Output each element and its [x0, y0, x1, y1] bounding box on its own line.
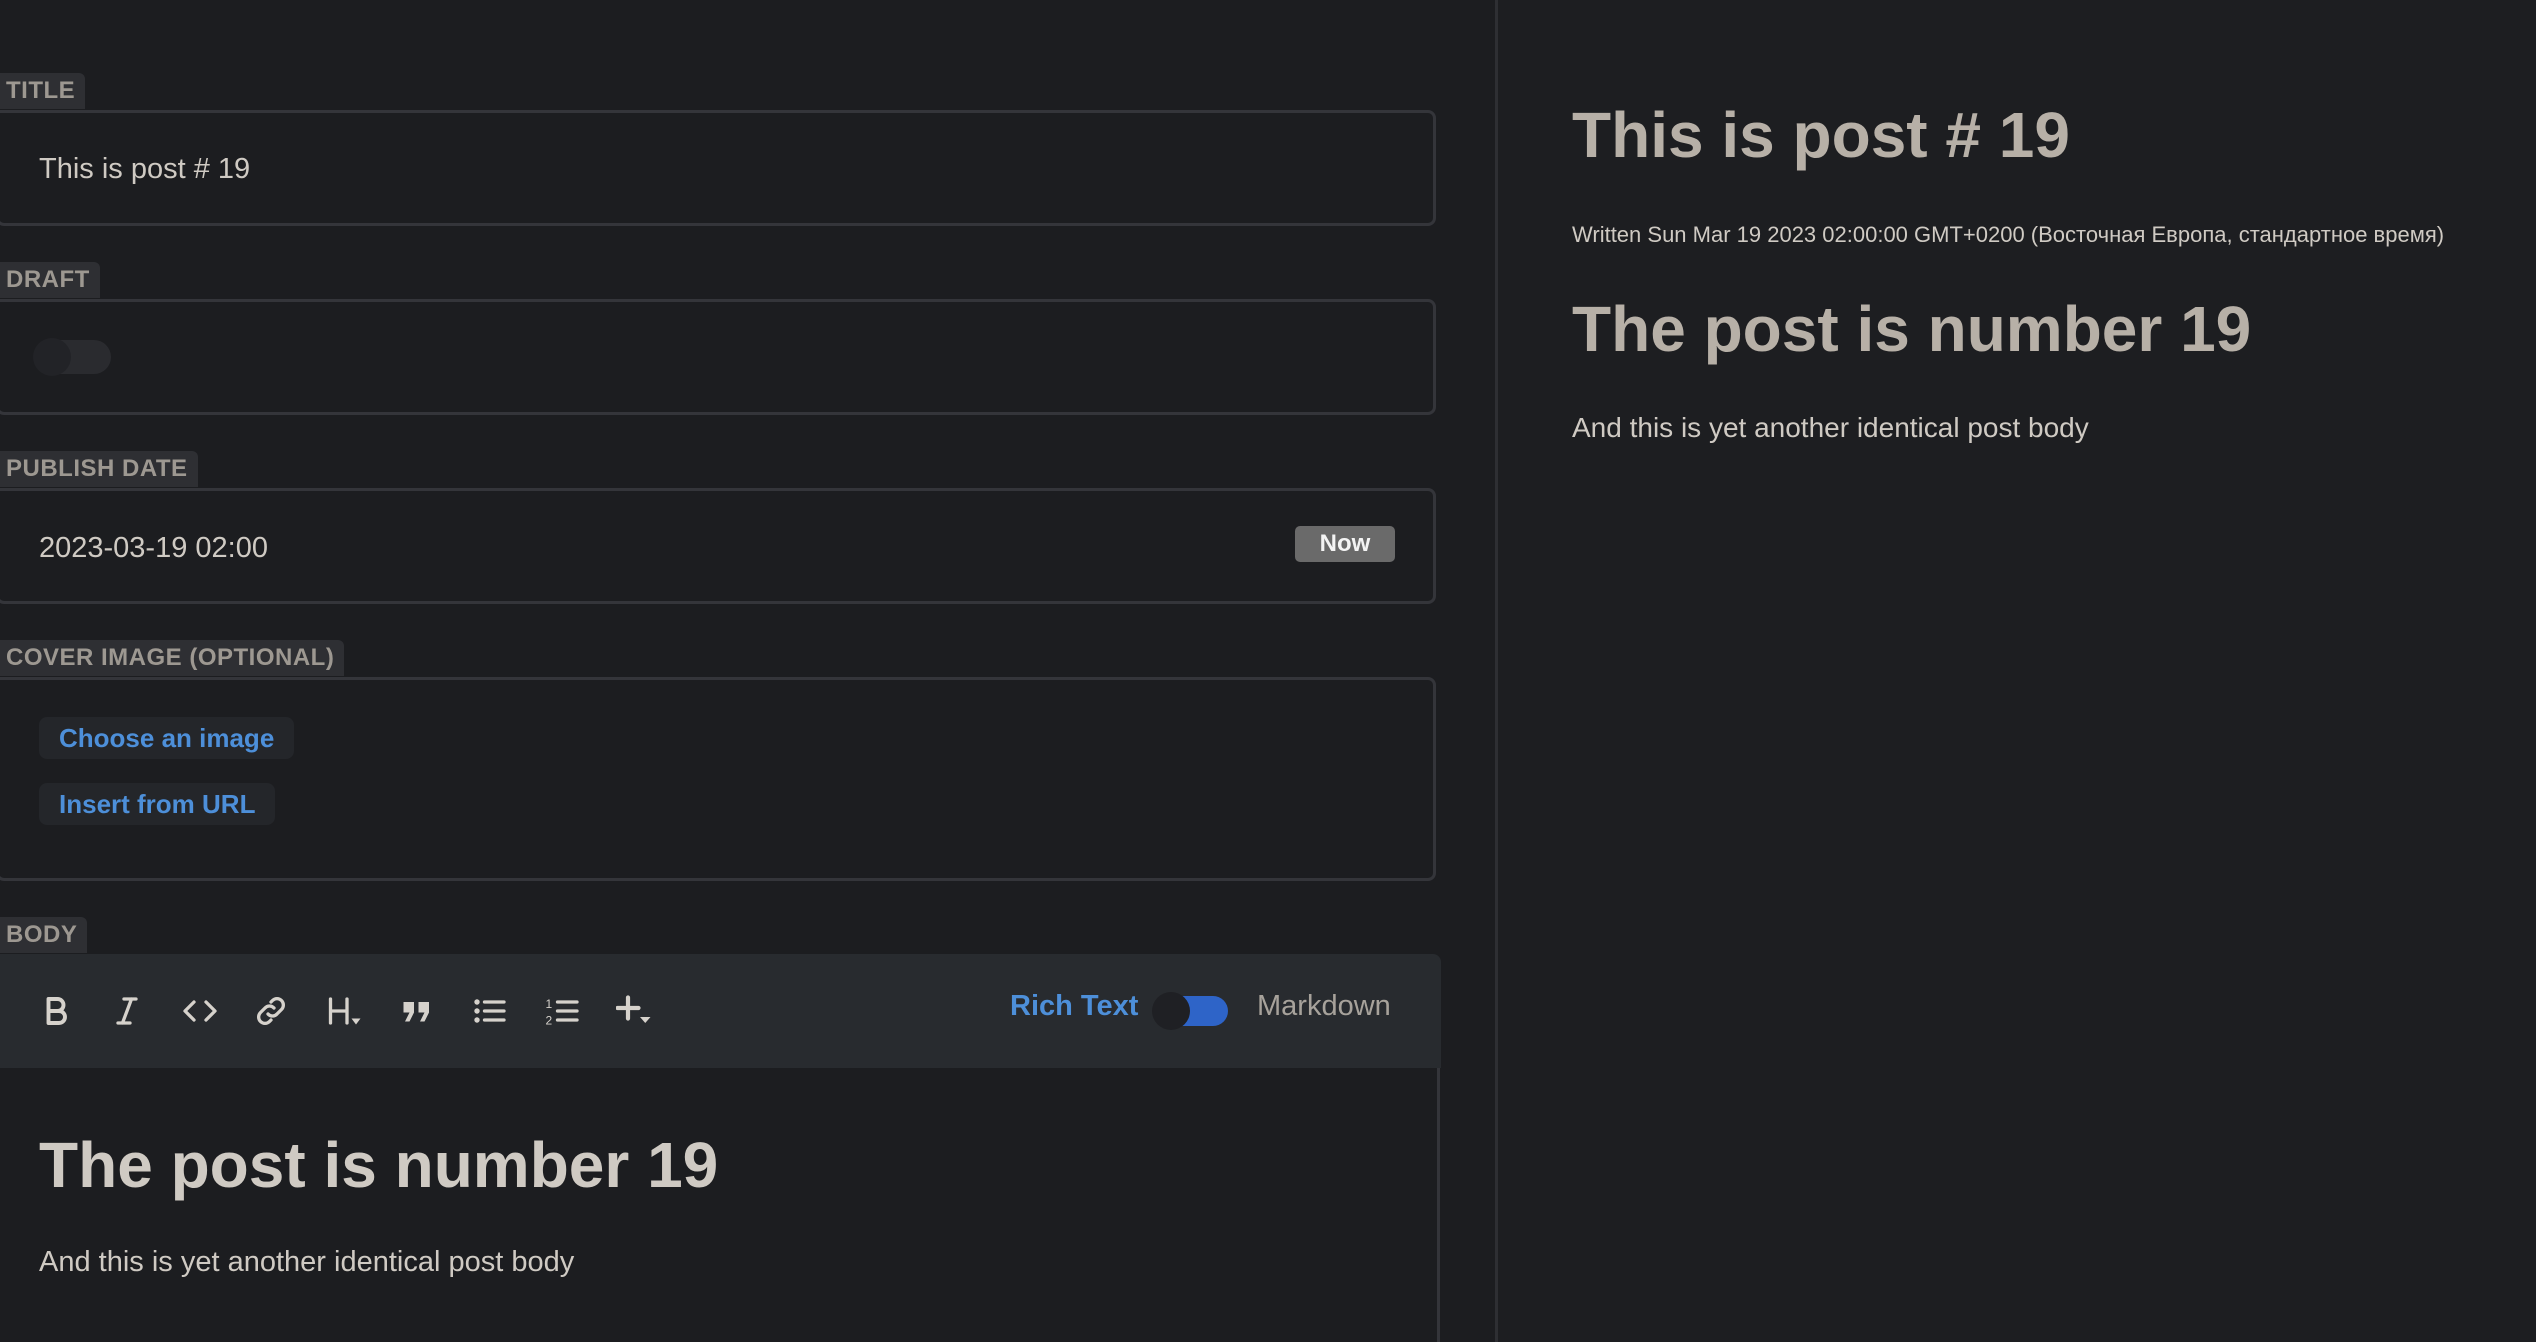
body-paragraph[interactable]: And this is yet another identical post b…	[39, 1246, 574, 1279]
bullet-list-icon[interactable]	[467, 989, 511, 1033]
draft-label: DRAFT	[0, 262, 100, 298]
body-heading[interactable]: The post is number 19	[39, 1128, 718, 1202]
preview-paragraph: And this is yet another identical post b…	[1572, 412, 2089, 443]
heading-icon[interactable]	[322, 989, 366, 1033]
italic-icon[interactable]	[105, 989, 149, 1033]
code-icon[interactable]	[178, 989, 222, 1033]
publish-date-label: PUBLISH DATE	[0, 451, 198, 487]
preview-heading: The post is number 19	[1572, 293, 2252, 365]
choose-image-button[interactable]: Choose an image	[39, 717, 295, 759]
svg-text:2: 2	[546, 1014, 553, 1028]
title-field[interactable]: This is post # 19	[0, 110, 1436, 226]
body-label: BODY	[0, 917, 88, 953]
link-icon[interactable]	[249, 989, 293, 1033]
quote-icon[interactable]	[395, 989, 439, 1033]
cover-image-label: COVER IMAGE (OPTIONAL)	[0, 640, 345, 676]
insert-icon[interactable]	[612, 989, 656, 1033]
now-button[interactable]: Now	[1295, 526, 1395, 562]
app: TITLE This is post # 19 DRAFT PUBLISH DA…	[0, 0, 2536, 1342]
editor-mode-toggle[interactable]	[1152, 992, 1228, 1030]
editor-mode-toggle-knob	[1152, 992, 1190, 1030]
publish-date-input-value[interactable]: 2023-03-19 02:00	[39, 532, 268, 565]
draft-field	[0, 299, 1436, 415]
body-editor[interactable]: The post is number 19 And this is yet an…	[0, 1068, 1440, 1342]
title-label: TITLE	[0, 73, 86, 109]
publish-date-field[interactable]: 2023-03-19 02:00 Now	[0, 488, 1436, 604]
cover-image-field: Choose an image Insert from URL	[0, 677, 1436, 881]
markdown-mode-label[interactable]: Markdown	[1257, 990, 1391, 1023]
draft-toggle[interactable]	[33, 338, 111, 376]
draft-toggle-knob	[33, 338, 71, 376]
rich-text-mode-label[interactable]: Rich Text	[1010, 990, 1138, 1023]
svg-text:1: 1	[546, 997, 553, 1011]
bold-icon[interactable]	[34, 989, 78, 1033]
preview-pane: This is post # 19 Written Sun Mar 19 202…	[1498, 0, 2536, 1342]
title-input-value[interactable]: This is post # 19	[39, 153, 250, 186]
preview-meta: Written Sun Mar 19 2023 02:00:00 GMT+020…	[1572, 222, 2445, 247]
numbered-list-icon[interactable]: 12	[540, 989, 584, 1033]
body-toolbar: 12 Rich Text Markdown	[0, 954, 1441, 1068]
insert-from-url-button[interactable]: Insert from URL	[39, 783, 276, 825]
preview-title: This is post # 19	[1572, 99, 2070, 171]
editor-pane: TITLE This is post # 19 DRAFT PUBLISH DA…	[0, 0, 1495, 1342]
